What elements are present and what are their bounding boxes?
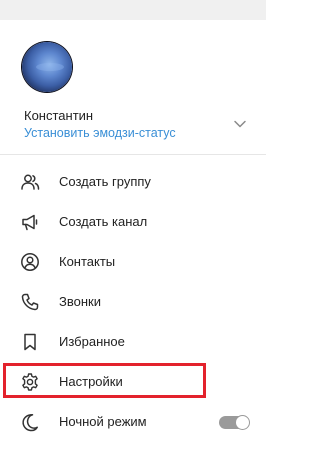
- menu-item-label: Звонки: [59, 294, 101, 309]
- menu-item-label: Создать группу: [59, 174, 151, 189]
- chevron-down-icon[interactable]: [233, 117, 247, 131]
- moon-icon: [20, 412, 40, 432]
- group-icon: [20, 172, 40, 192]
- divider: [0, 154, 266, 155]
- menu-item-create-channel[interactable]: Создать канал: [0, 202, 266, 242]
- menu-item-label: Ночной режим: [59, 414, 147, 429]
- menu-item-label: Контакты: [59, 254, 116, 269]
- menu-item-create-group[interactable]: Создать группу: [0, 162, 266, 202]
- menu-item-contacts[interactable]: Контакты: [0, 242, 266, 282]
- night-mode-toggle[interactable]: [219, 415, 250, 430]
- app-window: Константин Установить эмодзи-статус Созд…: [0, 0, 266, 457]
- menu-item-saved[interactable]: Избранное: [0, 322, 266, 362]
- contact-icon: [20, 252, 40, 272]
- profile-name: Константин: [24, 108, 94, 123]
- megaphone-icon: [20, 212, 40, 232]
- menu-item-night-mode[interactable]: Ночной режим: [0, 402, 266, 442]
- avatar[interactable]: [22, 42, 72, 92]
- side-menu: Константин Установить эмодзи-статус Созд…: [0, 20, 266, 457]
- set-emoji-status-link[interactable]: Установить эмодзи-статус: [24, 126, 176, 140]
- settings-highlight-box: [3, 363, 206, 398]
- menu-item-label: Избранное: [59, 334, 125, 349]
- menu-item-label: Создать канал: [59, 214, 148, 229]
- bookmark-icon: [20, 332, 40, 352]
- phone-icon: [20, 292, 40, 312]
- background-strip: [0, 0, 266, 20]
- menu-item-calls[interactable]: Звонки: [0, 282, 266, 322]
